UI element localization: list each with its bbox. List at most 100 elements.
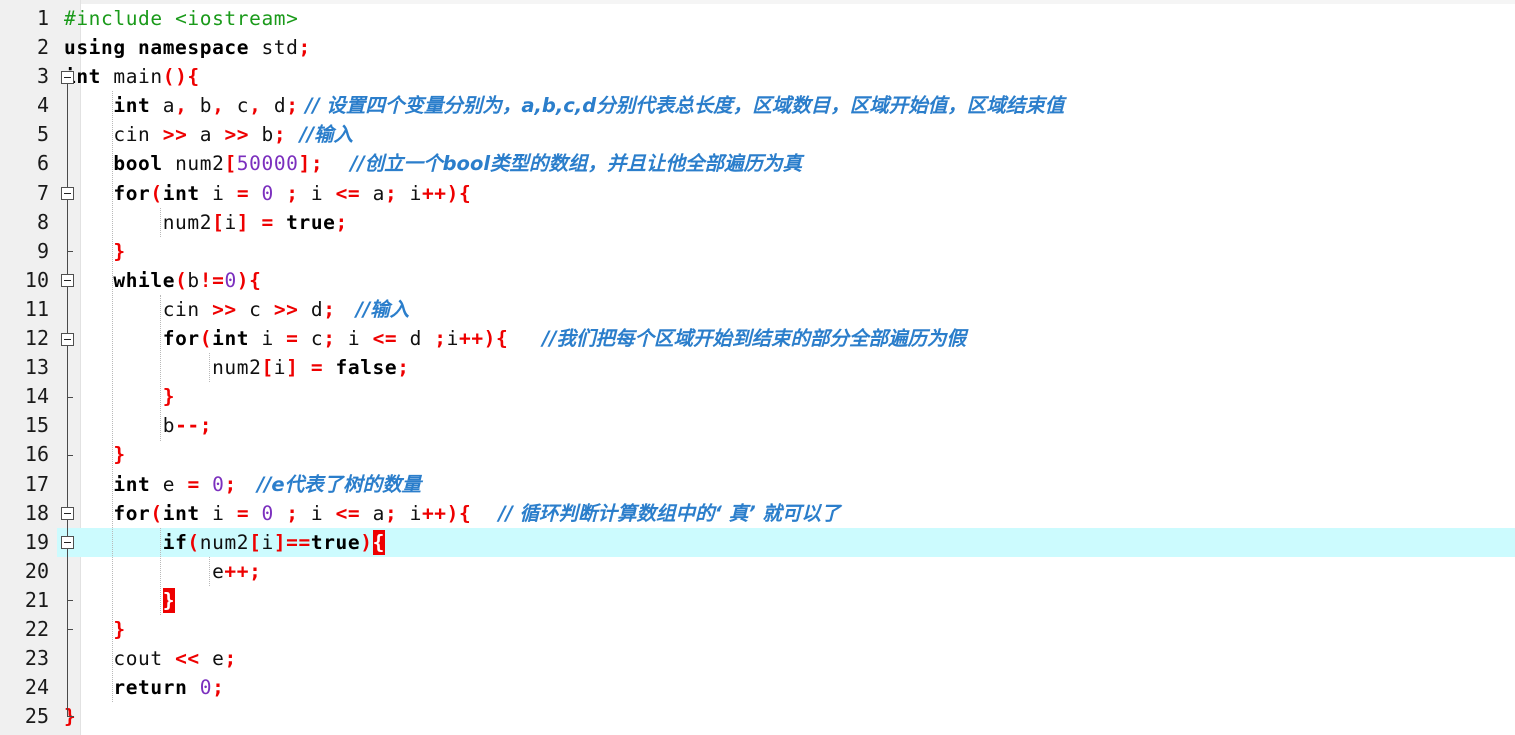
code-text[interactable]: int a, b, c, d; // 设置四个变量分别为，a,b,c,d分别代表… — [57, 91, 1064, 120]
code-text[interactable]: #include <iostream> — [57, 4, 298, 33]
code-line[interactable]: 15 b--; — [0, 411, 1515, 441]
code-line[interactable]: 9 } — [0, 236, 1515, 266]
token-id — [274, 502, 286, 525]
token-op: <= — [335, 181, 361, 205]
fold-toggle-18[interactable] — [61, 507, 74, 521]
token-num: 0 — [224, 268, 237, 292]
fold-toggle-10[interactable] — [61, 274, 74, 288]
fold-trunk — [67, 644, 68, 674]
line-number: 9 — [36, 238, 49, 263]
token-op: -- — [175, 414, 200, 438]
code-line[interactable]: 8 num2[i] = true; — [0, 207, 1515, 237]
fold-toggle-3[interactable] — [61, 70, 74, 84]
code-text[interactable]: using namespace std; — [57, 33, 311, 62]
code-text[interactable]: cin >> c >> d; //输入 — [57, 295, 409, 324]
token-op: ; — [199, 414, 213, 438]
token-op: ){ — [236, 268, 262, 292]
token-kw: using namespace — [64, 36, 250, 60]
code-line[interactable]: 11 cin >> c >> d; //输入 — [0, 294, 1515, 325]
token-op: >> — [162, 123, 188, 147]
token-op: ) — [360, 530, 373, 554]
token-kw: for — [113, 181, 151, 205]
token-op: ++ — [458, 327, 484, 351]
code-line[interactable]: 7 for(int i = 0 ; i <= a; i++){ — [0, 178, 1515, 208]
code-text[interactable]: num2[i] = true; — [57, 208, 348, 237]
code-line[interactable]: 6 bool num2[50000]; //创立一个bool类型的数组，并且让他… — [0, 149, 1515, 179]
code-line[interactable]: 14 } — [0, 382, 1515, 412]
fold-branch-tick — [67, 629, 73, 631]
code-text[interactable]: cin >> a >> b; //输入 — [57, 120, 353, 149]
token-op: , — [249, 94, 262, 118]
code-line[interactable]: 2 using namespace std; — [0, 33, 1515, 62]
token-pre: #include — [64, 7, 176, 30]
token-kw: int — [162, 181, 200, 205]
code-line[interactable]: 21 } — [0, 585, 1515, 615]
token-op: ; — [224, 472, 237, 496]
token-op: ; — [323, 297, 336, 321]
line-number: 22 — [24, 616, 49, 641]
token-id: i — [298, 501, 336, 525]
token-kw: while — [113, 268, 176, 292]
token-op: } — [162, 385, 176, 409]
token-op: ++ — [224, 559, 250, 583]
code-line[interactable]: 10 while(b!=0){ — [0, 265, 1515, 295]
token-op: ( — [187, 530, 200, 554]
code-text[interactable]: return 0; — [57, 673, 224, 702]
code-text[interactable]: e++; — [57, 557, 261, 586]
code-line[interactable]: 17 int e = 0; //e代表了树的数量 — [0, 469, 1515, 499]
token-id: i — [224, 210, 237, 234]
token-kw: int — [212, 327, 250, 351]
code-text[interactable]: for(int i = 0 ; i <= a; i++){ // 循环判断计算数… — [57, 499, 840, 528]
code-line[interactable]: 24 return 0; — [0, 673, 1515, 703]
fold-trunk — [67, 149, 68, 179]
token-brace-hit: } — [162, 587, 176, 613]
token-op: >> — [273, 297, 299, 321]
code-text[interactable]: for(int i = c; i <= d ;i++){ //我们把每个区域开始… — [57, 324, 966, 353]
code-line[interactable]: 25} — [0, 702, 1515, 731]
code-editor[interactable]: 1 #include <iostream> 2 using namespace std… — [0, 0, 1515, 735]
fold-branch-tick — [67, 600, 73, 602]
code-line[interactable]: 3 int main(){ — [0, 62, 1515, 92]
code-line[interactable]: 5 cin >> a >> b; //输入 — [0, 120, 1515, 150]
code-line[interactable]: 20 e++; — [0, 556, 1515, 586]
code-text[interactable]: while(b!=0){ — [57, 266, 261, 295]
code-line[interactable]: 18 for(int i = 0 ; i <= a; i++){ // 循环判断… — [0, 498, 1515, 528]
code-line[interactable]: 1 #include <iostream> — [0, 4, 1515, 33]
code-text[interactable]: cout << e; — [57, 644, 237, 673]
token-cmt: //创立一个bool类型的数组，并且让他全部遍历为真 — [323, 152, 803, 176]
token-op: } — [113, 617, 126, 641]
fold-toggle-7[interactable] — [61, 187, 74, 201]
code-line[interactable]: 16 } — [0, 440, 1515, 470]
code-text[interactable]: for(int i = 0 ; i <= a; i++){ — [57, 179, 471, 208]
code-line[interactable]: 23 cout << e; — [0, 644, 1515, 674]
token-op: = — [261, 210, 274, 234]
code-text[interactable]: num2[i] = false; — [57, 353, 410, 382]
code-text[interactable]: } — [57, 586, 176, 615]
token-op: ( — [175, 268, 188, 292]
code-line[interactable]: 4 int a, b, c, d; // 设置四个变量分别为，a,b,c,d分别… — [0, 91, 1515, 121]
code-line[interactable]: 13 num2[i] = false; — [0, 353, 1515, 383]
code-line[interactable]: 22 } — [0, 614, 1515, 645]
line-number: 14 — [24, 384, 49, 409]
token-kw: for — [162, 327, 200, 351]
fold-toggle-12[interactable] — [61, 332, 74, 346]
code-line[interactable]: 12 for(int i = c; i <= d ;i++){ //我们把每个区… — [0, 324, 1515, 354]
code-line[interactable]: 19 if(num2[i]==true){ — [0, 527, 1515, 557]
token-id: c — [298, 327, 324, 351]
fold-branch-tick — [67, 454, 73, 456]
token-id: b — [187, 94, 213, 118]
token-op: ; — [335, 210, 348, 234]
code-lines-container[interactable]: 1 #include <iostream> 2 using namespace std… — [0, 4, 1515, 731]
fold-toggle-19[interactable] — [61, 536, 74, 550]
code-text[interactable]: if(num2[i]==true){ — [57, 528, 385, 557]
token-id: a — [150, 94, 176, 118]
code-text[interactable]: int main(){ — [57, 62, 200, 91]
token-id: b — [187, 268, 200, 292]
token-op: << — [175, 647, 200, 671]
token-cmt: //输入 — [286, 123, 353, 147]
code-text[interactable]: bool num2[50000]; //创立一个bool类型的数组，并且让他全部… — [57, 149, 802, 178]
code-text[interactable]: b--; — [57, 411, 212, 440]
token-id: d — [261, 94, 287, 118]
code-text[interactable]: } — [57, 382, 175, 411]
token-id: num2 — [162, 152, 225, 176]
